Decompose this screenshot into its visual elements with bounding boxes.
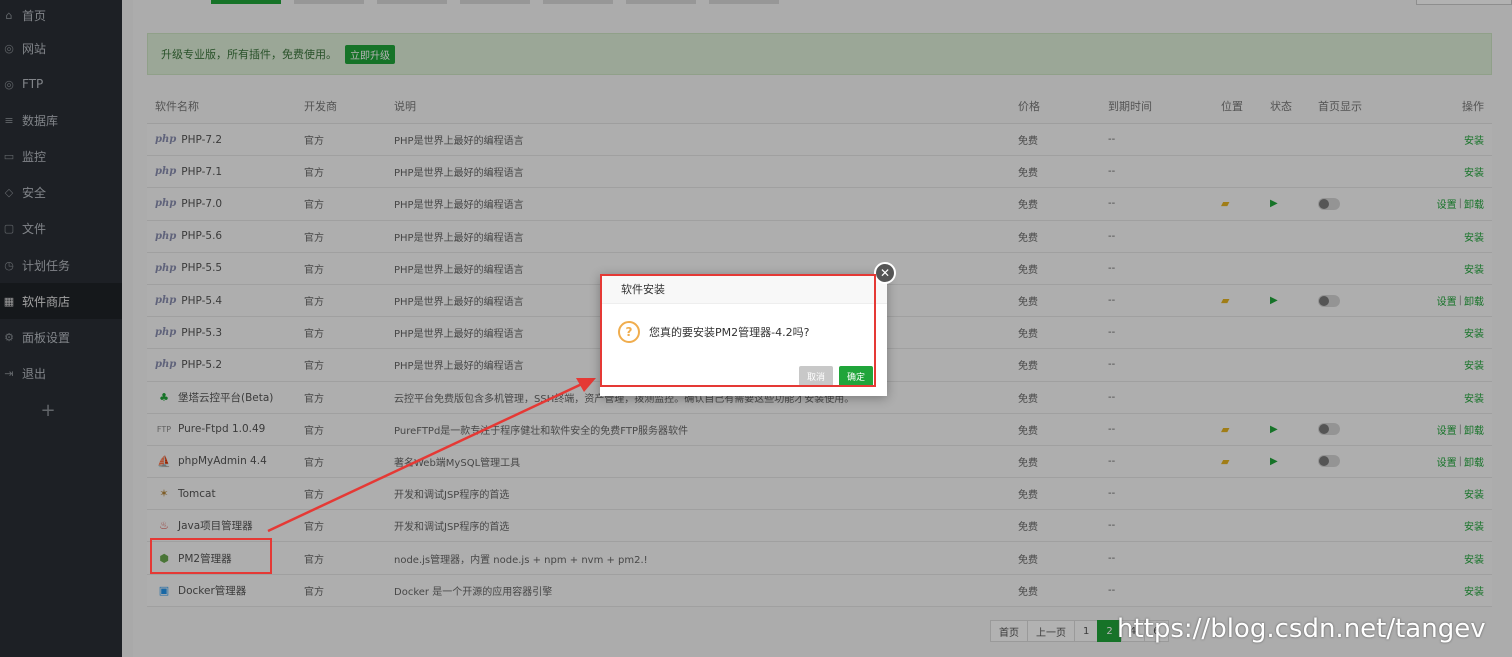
watermark-text: https://blog.csdn.net/tangev [1117, 614, 1486, 644]
close-icon[interactable]: ✕ [874, 262, 896, 284]
annotation-box-dialog [600, 274, 876, 387]
annotation-box-pm2 [150, 538, 272, 574]
